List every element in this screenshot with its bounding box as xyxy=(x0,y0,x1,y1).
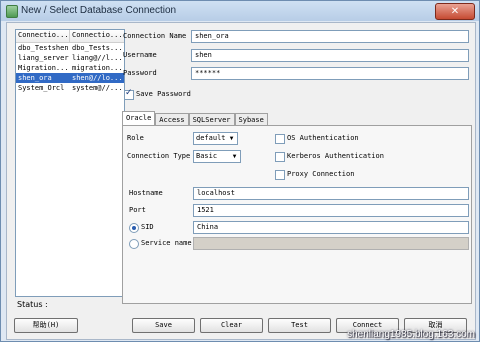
sid-label: SID xyxy=(141,223,154,231)
dialog-content: Connectio... Connectio... dbo_Testshen d… xyxy=(6,22,476,340)
connection-name-cell: Migration... xyxy=(18,64,69,72)
column-header-name[interactable]: Connectio... xyxy=(16,30,70,42)
help-button[interactable]: 帮助(H) xyxy=(14,318,78,333)
connection-name-input[interactable]: shen_ora xyxy=(191,30,469,43)
role-value: default xyxy=(196,134,226,142)
kerberos-authentication-label: Kerberos Authentication xyxy=(287,152,384,160)
column-header-details[interactable]: Connectio... xyxy=(70,30,124,42)
port-label: Port xyxy=(129,206,146,214)
connection-details-cell: dbo_Tests... xyxy=(72,44,123,52)
sid-radio[interactable] xyxy=(129,223,139,233)
list-header: Connectio... Connectio... xyxy=(16,30,124,43)
tab-oracle[interactable]: Oracle xyxy=(122,111,156,126)
username-label: Username xyxy=(123,51,157,59)
connection-details-cell: system@//... xyxy=(72,84,123,92)
window-title: New / Select Database Connection xyxy=(21,5,177,16)
close-button[interactable]: ✕ xyxy=(435,3,475,20)
password-label: Password xyxy=(123,69,157,77)
save-password-label: Save Password xyxy=(136,90,191,98)
database-app-icon xyxy=(6,5,18,18)
hostname-input[interactable]: localhost xyxy=(193,187,469,200)
sid-input[interactable]: China xyxy=(193,221,469,234)
list-item[interactable]: System_Orcl system@//... xyxy=(16,83,124,93)
title-bar: New / Select Database Connection ✕ xyxy=(1,1,479,21)
service-name-radio[interactable] xyxy=(129,239,139,249)
connection-name-cell: dbo_Testshen xyxy=(18,44,69,52)
status-label: Status : xyxy=(17,300,48,309)
connection-details-cell: shen@//lo... xyxy=(72,74,123,82)
connection-type-select[interactable]: Basic ▼ xyxy=(193,150,241,163)
service-name-label: Service name xyxy=(141,239,192,247)
connection-name-cell: liang_server xyxy=(18,54,69,62)
chevron-down-icon: ▼ xyxy=(229,135,234,142)
service-name-input[interactable] xyxy=(193,237,469,250)
connection-type-label: Connection Type xyxy=(127,152,191,160)
connection-list[interactable]: Connectio... Connectio... dbo_Testshen d… xyxy=(15,29,125,297)
connection-type-value: Basic xyxy=(196,152,218,160)
chevron-down-icon: ▼ xyxy=(232,153,237,160)
blog-watermark: shenliang1985.blog.163.com xyxy=(347,329,475,340)
list-item[interactable]: Migration... migration... xyxy=(16,63,124,73)
connection-name-cell: shen_ora xyxy=(18,74,52,82)
test-button[interactable]: Test xyxy=(268,318,331,333)
connection-name-label: Connection Name xyxy=(123,32,187,40)
oracle-panel: Role default ▼ Connection Type Basic ▼ O… xyxy=(122,125,472,304)
connection-name-cell: System_Orcl xyxy=(18,84,65,92)
save-password-checkbox[interactable] xyxy=(124,88,134,100)
role-label: Role xyxy=(127,134,144,142)
list-item[interactable]: dbo_Testshen dbo_Tests... xyxy=(16,43,124,53)
proxy-connection-checkbox[interactable] xyxy=(275,170,285,180)
database-type-tabs: Oracle Access SQLServer Sybase xyxy=(122,111,268,126)
role-select[interactable]: default ▼ xyxy=(193,132,238,145)
os-authentication-checkbox[interactable] xyxy=(275,134,285,144)
dialog-window: New / Select Database Connection ✕ Conne… xyxy=(0,0,480,342)
os-authentication-label: OS Authentication xyxy=(287,134,359,142)
kerberos-authentication-checkbox[interactable] xyxy=(275,152,285,162)
connection-details-cell: liang@//l... xyxy=(72,54,123,62)
proxy-connection-label: Proxy Connection xyxy=(287,170,355,178)
connection-details-cell: migration... xyxy=(72,64,123,72)
username-input[interactable]: shen xyxy=(191,49,469,62)
clear-button[interactable]: Clear xyxy=(200,318,263,333)
password-input[interactable]: ****** xyxy=(191,67,469,80)
list-item-selected[interactable]: shen_ora shen@//lo... xyxy=(16,73,124,83)
hostname-label: Hostname xyxy=(129,189,163,197)
list-item[interactable]: liang_server liang@//l... xyxy=(16,53,124,63)
save-button[interactable]: Save xyxy=(132,318,195,333)
port-input[interactable]: 1521 xyxy=(193,204,469,217)
